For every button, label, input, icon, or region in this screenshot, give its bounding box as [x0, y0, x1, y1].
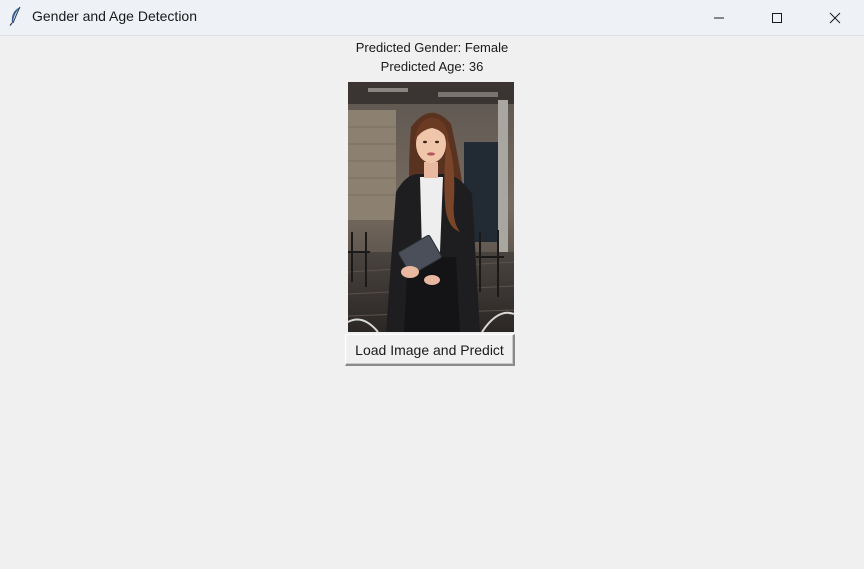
app-window: Gender and Age Detection Predicted Gende…	[0, 0, 864, 569]
main-content: Predicted Gender: Female Predicted Age: …	[0, 36, 864, 569]
predicted-age-label: Predicted Age: 36	[380, 59, 484, 74]
maximize-button[interactable]	[748, 0, 806, 35]
predicted-gender-label: Predicted Gender: Female	[355, 40, 509, 55]
load-image-and-predict-button[interactable]: Load Image and Predict	[345, 334, 515, 366]
maximize-icon	[772, 12, 782, 23]
minimize-icon	[714, 17, 724, 18]
close-icon	[829, 12, 841, 23]
feather-icon	[8, 6, 24, 26]
title-bar: Gender and Age Detection	[0, 0, 864, 36]
window-title: Gender and Age Detection	[32, 8, 198, 24]
portrait-photo	[348, 82, 514, 332]
close-button[interactable]	[806, 0, 864, 35]
minimize-button[interactable]	[690, 0, 748, 35]
